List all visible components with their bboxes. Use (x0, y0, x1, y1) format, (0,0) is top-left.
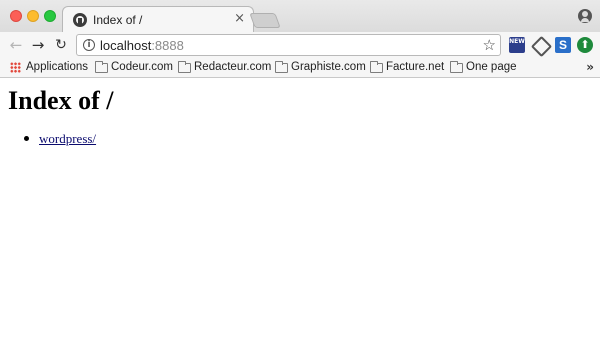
folder-icon (370, 61, 383, 73)
directory-listing: wordpress/ (24, 131, 96, 147)
bookmark-redacteur[interactable]: Redacteur.com (178, 61, 272, 75)
new-extension-icon[interactable]: NEW (509, 37, 525, 53)
close-tab-icon[interactable]: × (234, 11, 245, 26)
bookmark-label: Applications (26, 61, 89, 73)
folder-icon (450, 61, 463, 73)
address-bar[interactable]: i localhost:8888 ☆ (76, 34, 501, 56)
back-icon[interactable]: ← (6, 35, 26, 55)
more-bookmarks-icon[interactable]: » (586, 60, 594, 74)
toolbar: ← → ↻ i localhost:8888 ☆ NEW S ⬆ (0, 32, 600, 58)
s-extension-icon[interactable]: S (555, 37, 571, 53)
favicon-icon (73, 13, 87, 27)
bookmark-applications[interactable]: Applications (10, 61, 90, 75)
bookmark-one-page[interactable]: One page (450, 61, 517, 75)
apps-grid-icon (10, 62, 21, 73)
bookmarks-bar: Applications Codeur.com Redacteur.com Gr… (0, 58, 600, 78)
folder-icon (178, 61, 191, 73)
url-host: localhost (100, 38, 152, 53)
page-title: Index of / (8, 86, 114, 115)
list-item: wordpress/ (24, 131, 96, 147)
zoom-window-button[interactable] (44, 10, 56, 22)
bullet-icon (24, 136, 29, 141)
page-content: Index of / wordpress/ (0, 79, 600, 340)
bookmark-label: Graphiste.com (291, 61, 366, 73)
bookmark-label: Redacteur.com (194, 61, 272, 73)
reload-icon[interactable]: ↻ (51, 35, 71, 55)
title-bar: Index of / × (0, 0, 600, 33)
bookmark-label: Facture.net (386, 61, 445, 73)
folder-icon (275, 61, 288, 73)
bookmark-label: Codeur.com (111, 61, 174, 73)
url-text[interactable]: localhost:8888 (100, 38, 184, 53)
profile-icon[interactable] (578, 9, 592, 23)
minimize-window-button[interactable] (27, 10, 39, 22)
folder-icon (95, 61, 108, 73)
tab-index[interactable]: Index of / × (62, 6, 254, 33)
bookmark-star-icon[interactable]: ☆ (483, 36, 496, 54)
tab-title: Index of / (93, 13, 143, 27)
upload-extension-icon[interactable]: ⬆ (577, 37, 593, 53)
directory-link-wordpress[interactable]: wordpress/ (39, 131, 96, 146)
bookmark-codeur[interactable]: Codeur.com (95, 61, 173, 75)
url-port: :8888 (151, 38, 184, 53)
new-tab-button[interactable] (249, 13, 281, 28)
close-window-button[interactable] (10, 10, 22, 22)
bookmark-facture[interactable]: Facture.net (370, 61, 445, 75)
bookmark-graphiste[interactable]: Graphiste.com (275, 61, 366, 75)
info-icon[interactable]: i (83, 39, 95, 51)
bookmark-label: One page (466, 61, 517, 73)
forward-icon[interactable]: → (28, 35, 48, 55)
diamond-extension-icon[interactable] (532, 37, 548, 53)
